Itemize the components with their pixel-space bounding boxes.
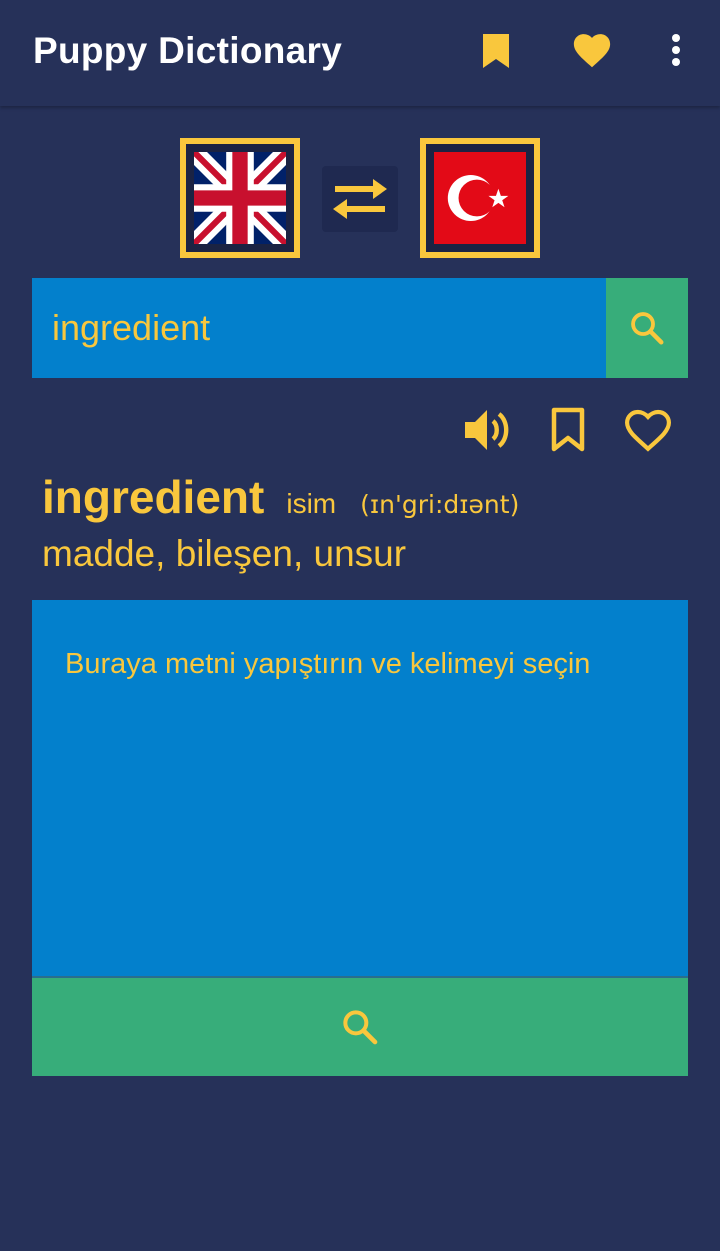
text-area-placeholder: Buraya metni yapıştırın ve kelimeyi seçi… xyxy=(65,648,591,680)
app-title: Puppy Dictionary xyxy=(33,30,343,71)
turkey-flag-icon xyxy=(434,152,526,244)
search-icon xyxy=(343,1010,378,1045)
result-word: ingredient xyxy=(42,471,265,523)
search-button[interactable] xyxy=(606,278,688,378)
part-of-speech: isim xyxy=(286,488,337,519)
text-search-button[interactable] xyxy=(32,976,688,1076)
bookmark-icon[interactable] xyxy=(478,30,514,72)
bookmark-word-icon[interactable] xyxy=(542,404,594,456)
paste-text-area[interactable]: Buraya metni yapıştırın ve kelimeyi seçi… xyxy=(32,600,688,976)
speaker-icon[interactable] xyxy=(460,404,518,456)
app-bar: Puppy Dictionary xyxy=(0,0,720,106)
heart-icon[interactable] xyxy=(568,28,616,72)
word-header: ingredient isim (ɪn'gri:dɪənt) xyxy=(42,470,519,524)
search-bar xyxy=(32,278,688,378)
target-language-flag[interactable] xyxy=(420,138,540,258)
heart-outline-icon[interactable] xyxy=(618,404,678,456)
source-language-flag[interactable] xyxy=(180,138,300,258)
translation-text: madde, bileşen, unsur xyxy=(42,533,407,574)
uk-flag-icon xyxy=(194,152,286,244)
swap-arrows-icon xyxy=(333,179,387,219)
search-icon xyxy=(631,312,664,345)
pronunciation: (ɪn'gri:dɪənt) xyxy=(360,490,520,519)
search-input[interactable] xyxy=(32,278,606,378)
swap-languages-button[interactable] xyxy=(322,166,398,232)
more-vert-icon[interactable] xyxy=(662,28,690,72)
